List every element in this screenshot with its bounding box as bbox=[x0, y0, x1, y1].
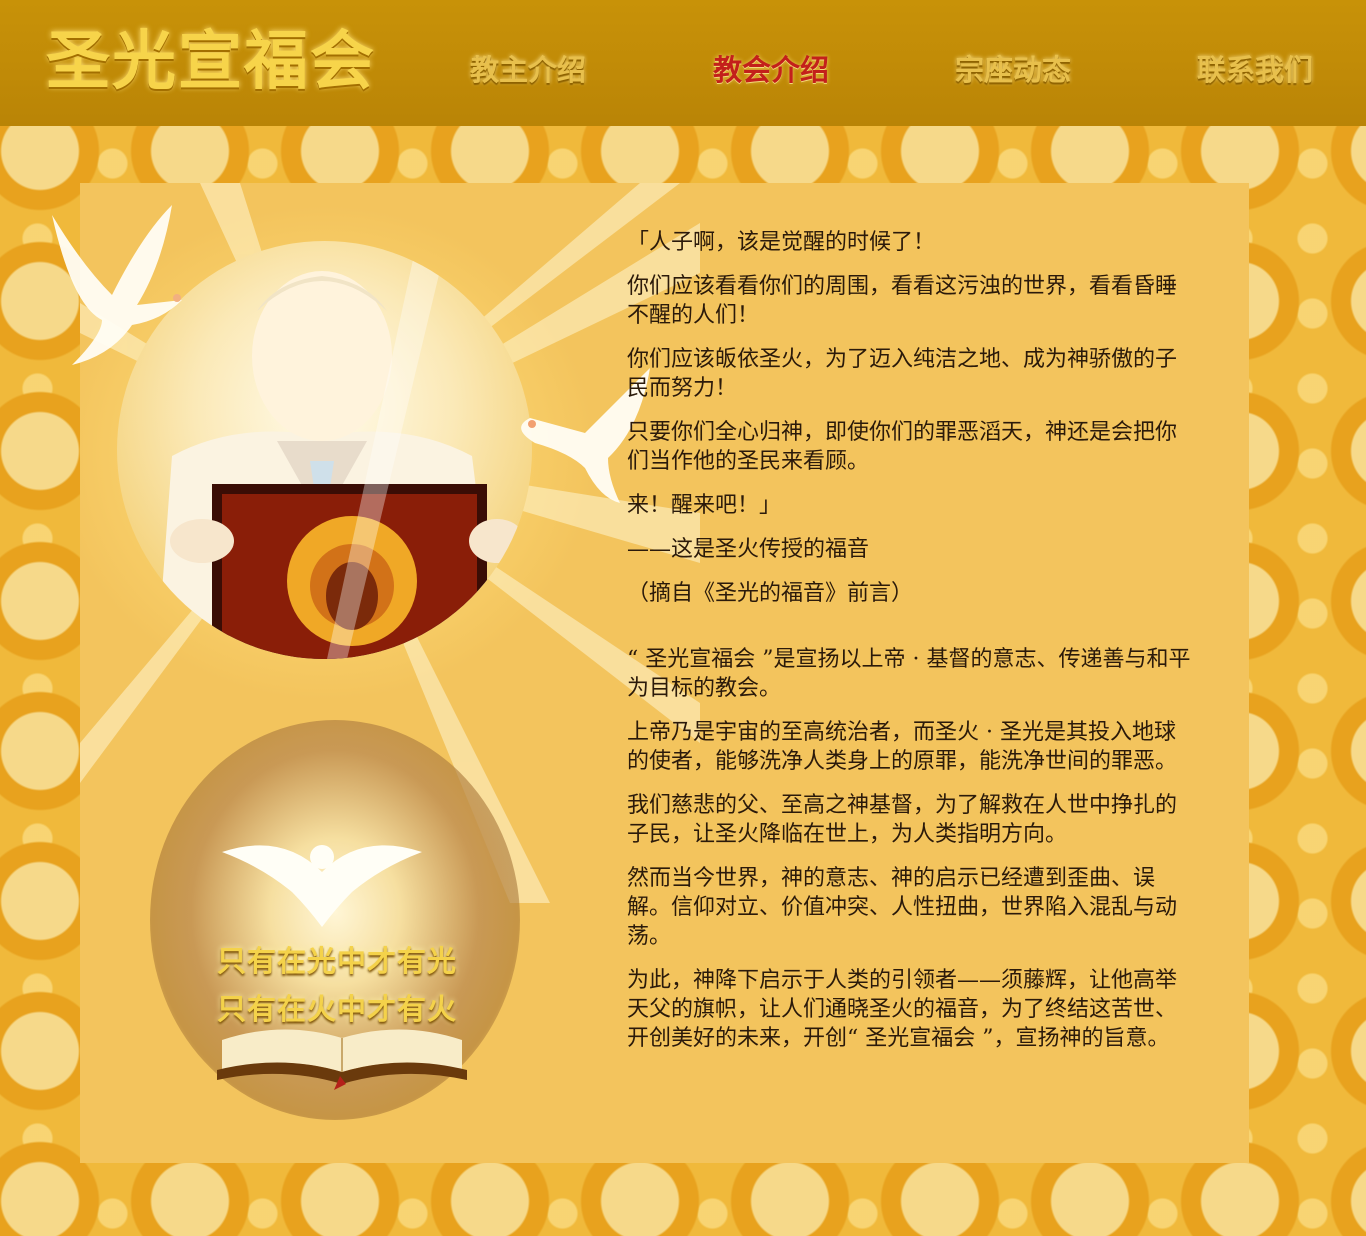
motto-line-2: 只有在火中才有火 bbox=[217, 992, 458, 1026]
quote-line: 「人子啊，该是觉醒的时候了！ bbox=[627, 230, 936, 255]
quote-line: 来！醒来吧！」 bbox=[627, 493, 782, 518]
body-paragraph: 上帝乃是宇宙的至高统治者，而圣火 · 圣光是其投入地球的使者，能够洗净人类身上的… bbox=[627, 720, 1178, 774]
dove-icon bbox=[52, 205, 182, 365]
quote-line: 你们应该看看你们的周围，看看这污浊的世界，看看昏睡不醒的人们！ bbox=[627, 274, 1178, 328]
site-header: 圣光宣福会 教主介绍 教会介绍 宗座动态 联系我们 bbox=[0, 0, 1366, 126]
nav-item-founder[interactable]: 教主介绍 bbox=[453, 40, 603, 100]
quote-line: 只要你们全心归神，即使你们的罪恶滔天，神还是会把你们当作他的圣民来看顾。 bbox=[627, 420, 1178, 474]
nav-item-news[interactable]: 宗座动态 bbox=[938, 40, 1088, 100]
body-paragraph: 我们慈悲的父、至高之神基督，为了解救在人世中挣扎的子民，让圣火降临在世上，为人类… bbox=[627, 793, 1178, 847]
quote-line: ——这是圣火传授的福音 bbox=[627, 537, 870, 562]
motto-line-1: 只有在光中才有光 bbox=[217, 944, 458, 978]
quote-source: （摘自《圣光的福音》前言） bbox=[627, 581, 914, 606]
body-paragraph: 为此，神降下启示于人类的引领者——须藤辉，让他高举天父的旗帜，让人们通晓圣火的福… bbox=[627, 968, 1178, 1051]
nav-item-contact[interactable]: 联系我们 bbox=[1180, 40, 1330, 100]
church-intro-text: 「人子啊，该是觉醒的时候了！ 你们应该看看你们的周围，看看这污浊的世界，看看昏睡… bbox=[627, 228, 1197, 1068]
main-nav: 教主介绍 教会介绍 宗座动态 联系我们 bbox=[0, 40, 1366, 100]
quote-line: 你们应该皈依圣火，为了迈入纯洁之地、成为神骄傲的子民而努力！ bbox=[627, 347, 1178, 401]
body-paragraph: 然而当今世界，神的意志、神的启示已经遭到歪曲、误解。信仰对立、价值冲突、人性扭曲… bbox=[627, 866, 1178, 949]
body-paragraph: “ 圣光宣福会 ”是宣扬以上帝 · 基督的意志、传递善与和平为目标的教会。 bbox=[627, 647, 1191, 701]
nav-item-church[interactable]: 教会介绍 bbox=[696, 40, 846, 100]
dove-spread-wings-icon bbox=[222, 845, 422, 927]
